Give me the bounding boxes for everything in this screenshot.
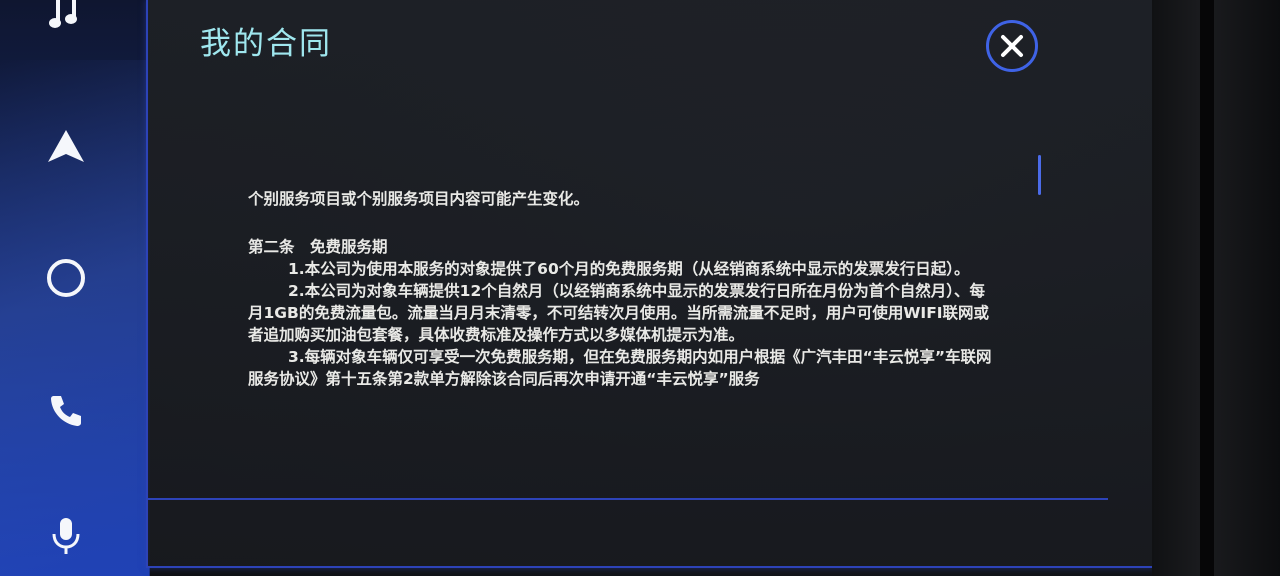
- contract-panel: 我的合同 个别服务项目或个别服务项目内容可能产生变化。 第二条 免费服务期 1.…: [146, 0, 1154, 568]
- clause-2: 2.本公司为对象车辆提供12个自然月（以经销商系统中显示的发票发行日所在月份为首…: [248, 282, 990, 344]
- side-nav: [0, 0, 150, 576]
- contract-text: 个别服务项目或个别服务项目内容可能产生变化。 第二条 免费服务期 1.本公司为使…: [248, 188, 998, 390]
- microphone-icon[interactable]: [28, 508, 104, 564]
- panel-bottom-border: [148, 498, 1108, 500]
- scrollbar-thumb[interactable]: [1038, 155, 1041, 195]
- clause-1: 1.本公司为使用本服务的对象提供了60个月的免费服务期（从经销商系统中显示的发票…: [288, 260, 970, 278]
- home-circle-icon[interactable]: [28, 250, 104, 306]
- navigation-arrow-icon[interactable]: [28, 118, 104, 174]
- car-infotainment-screen: 我的合同 个别服务项目或个别服务项目内容可能产生变化。 第二条 免费服务期 1.…: [0, 0, 1280, 576]
- phone-icon[interactable]: [28, 382, 104, 438]
- contract-intro-line: 个别服务项目或个别服务项目内容可能产生变化。: [248, 190, 590, 208]
- screen-bezel-edge: [1200, 0, 1214, 576]
- section-heading: 第二条 免费服务期: [248, 238, 388, 256]
- page-title: 我的合同: [200, 26, 332, 62]
- close-icon: [1001, 35, 1023, 57]
- close-button[interactable]: [986, 20, 1038, 72]
- screen-bezel-right: [1152, 0, 1280, 576]
- music-note-icon[interactable]: [28, 0, 104, 42]
- clause-3: 3.每辆对象车辆仅可享受一次免费服务期，但在免费服务期内如用户根据《广汽丰田“丰…: [248, 348, 992, 388]
